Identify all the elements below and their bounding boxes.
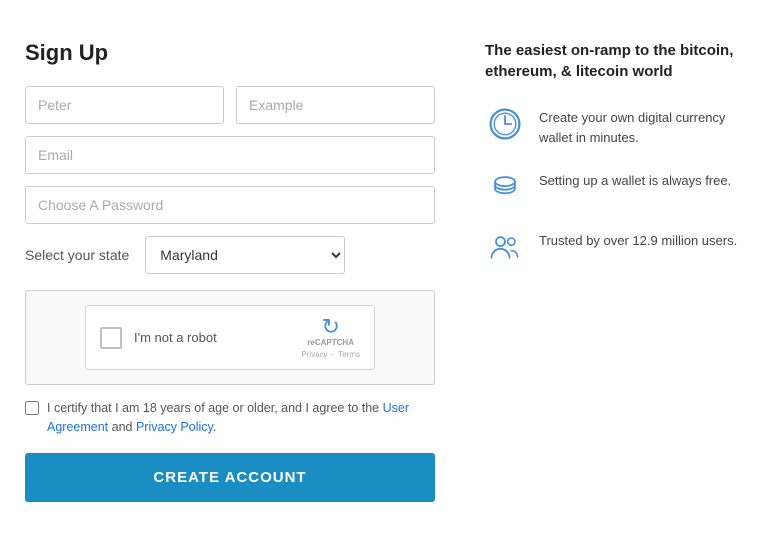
feature-wallet-text: Create your own digital currency wallet … bbox=[539, 104, 754, 147]
privacy-policy-link[interactable]: Privacy Policy bbox=[136, 420, 213, 434]
agreement-checkbox[interactable] bbox=[25, 401, 39, 415]
state-row: Select your state AlabamaAlaskaArizonaAr… bbox=[25, 236, 435, 274]
feature-trusted: Trusted by over 12.9 million users. bbox=[485, 227, 754, 267]
sidebar-panel: The easiest on-ramp to the bitcoin, ethe… bbox=[460, 20, 779, 522]
captcha-logo: ↻ reCAPTCHA Privacy - Terms bbox=[301, 316, 360, 359]
recaptcha-icon: ↻ bbox=[321, 316, 339, 338]
last-name-input[interactable] bbox=[236, 86, 435, 124]
password-row bbox=[25, 186, 435, 224]
users-icon bbox=[485, 227, 525, 267]
captcha-links: Privacy - Terms bbox=[301, 350, 360, 359]
captcha-widget[interactable]: I'm not a robot ↻ reCAPTCHA Privacy - Te… bbox=[85, 305, 375, 370]
password-input[interactable] bbox=[25, 186, 435, 224]
captcha-privacy-link[interactable]: Privacy bbox=[301, 350, 327, 359]
feature-free-text: Setting up a wallet is always free. bbox=[539, 167, 731, 191]
state-select[interactable]: AlabamaAlaskaArizonaArkansasCaliforniaCo… bbox=[145, 236, 345, 274]
feature-free: Setting up a wallet is always free. bbox=[485, 167, 754, 207]
captcha-left: I'm not a robot bbox=[100, 327, 217, 349]
page-title: Sign Up bbox=[25, 40, 435, 66]
feature-trusted-text: Trusted by over 12.9 million users. bbox=[539, 227, 737, 251]
clock-icon bbox=[485, 104, 525, 144]
create-account-button[interactable]: CREATE ACCOUNT bbox=[25, 453, 435, 502]
captcha-label: I'm not a robot bbox=[134, 330, 217, 345]
first-name-input[interactable] bbox=[25, 86, 224, 124]
captcha-container: I'm not a robot ↻ reCAPTCHA Privacy - Te… bbox=[25, 290, 435, 385]
agreement-text: I certify that I am 18 years of age or o… bbox=[47, 399, 435, 437]
captcha-brand: reCAPTCHA bbox=[307, 338, 354, 347]
name-row bbox=[25, 86, 435, 124]
email-input[interactable] bbox=[25, 136, 435, 174]
state-label: Select your state bbox=[25, 247, 129, 263]
captcha-terms-link[interactable]: Terms bbox=[338, 350, 360, 359]
feature-wallet: Create your own digital currency wallet … bbox=[485, 104, 754, 147]
agreement-row: I certify that I am 18 years of age or o… bbox=[25, 399, 435, 437]
captcha-checkbox[interactable] bbox=[100, 327, 122, 349]
coins-icon bbox=[485, 167, 525, 207]
signup-form-panel: Sign Up Select your state AlabamaAlaskaA… bbox=[0, 20, 460, 522]
sidebar-tagline: The easiest on-ramp to the bitcoin, ethe… bbox=[485, 40, 754, 82]
email-row bbox=[25, 136, 435, 174]
